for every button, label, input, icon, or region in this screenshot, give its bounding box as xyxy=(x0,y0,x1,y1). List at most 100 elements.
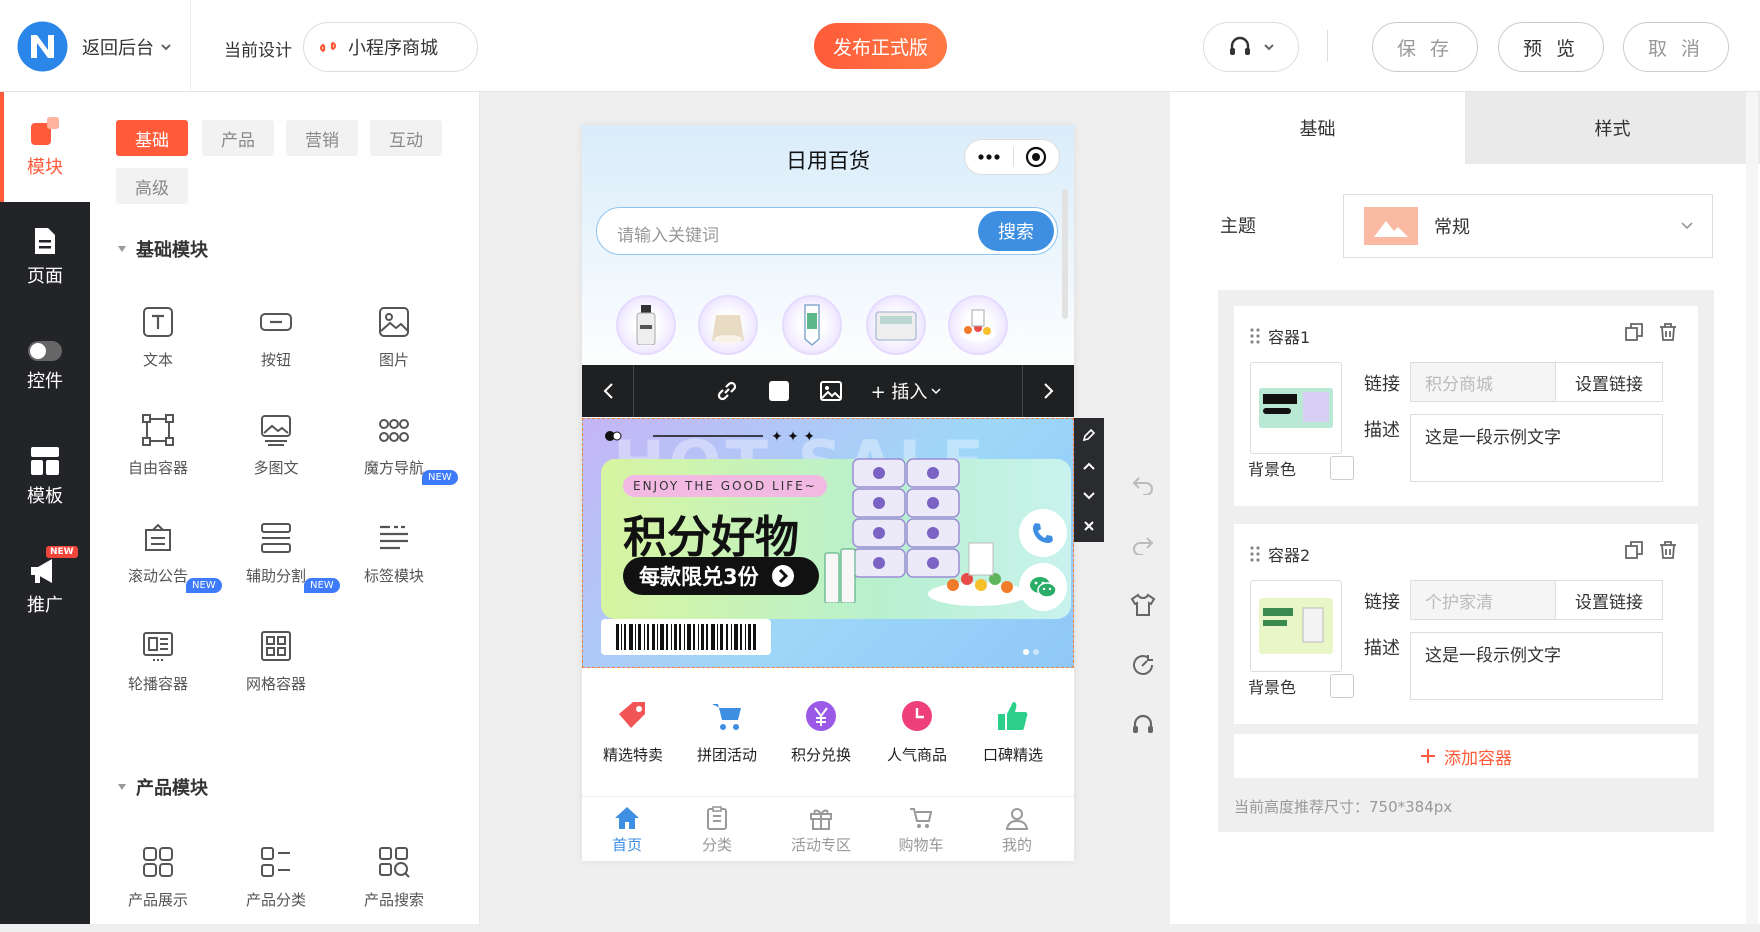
component-image[interactable]: 图片 xyxy=(334,282,454,392)
add-container-button[interactable]: 添加容器 xyxy=(1234,734,1698,778)
nav-item-reputation[interactable]: 口碑精选 xyxy=(968,698,1058,765)
category-rice[interactable] xyxy=(698,295,758,355)
tab-marketing[interactable]: 营销 xyxy=(286,120,358,156)
component-product-category[interactable]: 产品分类 xyxy=(216,822,336,932)
edit-icon[interactable] xyxy=(1082,428,1096,442)
grid-icon xyxy=(261,630,291,661)
category-tissue[interactable] xyxy=(866,295,926,355)
rail-item-control[interactable]: 控件 xyxy=(0,312,90,422)
tab-interaction[interactable]: 互动 xyxy=(370,120,442,156)
tab-basic-settings[interactable]: 基础 xyxy=(1170,92,1465,164)
close-target-icon[interactable] xyxy=(1013,146,1059,168)
redo-button[interactable] xyxy=(1128,530,1158,560)
container-list: 容器1 链接 积分商城 设置链接 描述 这是一段示例文字 背景色 容器2 链接 … xyxy=(1218,290,1714,832)
tab-home[interactable]: 首页 xyxy=(582,805,672,855)
drag-handle-icon[interactable] xyxy=(1250,546,1260,562)
nav-item-flash-sale[interactable]: 精选特卖 xyxy=(588,698,678,765)
search-input[interactable]: 请输入关键词 xyxy=(617,221,719,246)
tab-basic[interactable]: 基础 xyxy=(116,120,188,156)
page-scrollbar[interactable] xyxy=(1746,92,1758,924)
category-bottle[interactable] xyxy=(616,295,676,355)
publish-button[interactable]: 发布正式版 xyxy=(814,23,947,69)
desc-textarea[interactable]: 这是一段示例文字 xyxy=(1410,632,1663,700)
image-icon[interactable] xyxy=(819,379,843,403)
rail-item-page[interactable]: 页面 xyxy=(0,202,90,312)
category-vitamins[interactable] xyxy=(948,295,1008,355)
back-to-admin-dropdown[interactable]: 返回后台 xyxy=(82,34,172,60)
search-bar[interactable]: 请输入关键词 搜索 xyxy=(596,207,1058,255)
container-thumbnail[interactable] xyxy=(1250,580,1342,672)
component-text[interactable]: 文本 xyxy=(98,282,218,392)
tab-cart[interactable]: 购物车 xyxy=(876,805,966,855)
scroll-thumb[interactable] xyxy=(1062,189,1068,319)
tab-product[interactable]: 产品 xyxy=(202,120,274,156)
component-tag-module[interactable]: 标签模块 xyxy=(334,498,454,608)
copy-icon[interactable] xyxy=(1624,540,1644,560)
tab-me[interactable]: 我的 xyxy=(972,805,1062,855)
category-toothpaste[interactable] xyxy=(782,295,842,355)
container-title[interactable]: 容器2 xyxy=(1250,542,1310,566)
rail-item-template[interactable]: 模板 xyxy=(0,422,90,532)
mini-program-capsule[interactable] xyxy=(964,139,1060,175)
desc-textarea[interactable]: 这是一段示例文字 xyxy=(1410,414,1663,482)
copy-icon[interactable] xyxy=(1624,322,1644,342)
component-product-display[interactable]: 产品展示 xyxy=(98,822,218,932)
nav-label: 积分兑换 xyxy=(790,746,851,764)
phone-call-button[interactable] xyxy=(1019,509,1067,557)
tab-advanced[interactable]: 高级 xyxy=(116,168,188,204)
hero-banner[interactable]: HOT SALE ✦ ✦ ✦ ENJOY THE GOOD LIFE~ 积分好物… xyxy=(582,418,1074,668)
color-swatch-icon[interactable] xyxy=(767,379,791,403)
component-multi-image-text[interactable]: 多图文 xyxy=(216,390,336,500)
rail-item-promote[interactable]: NEW 推广 xyxy=(0,532,90,642)
link-input[interactable]: 积分商城 xyxy=(1410,362,1556,402)
more-icon[interactable] xyxy=(965,154,1013,160)
product-section-header[interactable]: 产品模块 xyxy=(118,774,208,800)
nav-item-points[interactable]: 积分兑换 xyxy=(776,698,866,765)
delete-icon[interactable] xyxy=(1658,322,1678,342)
component-free-container[interactable]: 自由容器 xyxy=(98,390,218,500)
wechat-button[interactable] xyxy=(1019,563,1067,611)
design-selector[interactable]: 小程序商城 xyxy=(303,22,478,72)
drag-handle-icon[interactable] xyxy=(1250,328,1260,344)
delete-icon[interactable] xyxy=(1658,540,1678,560)
cancel-button[interactable]: 取 消 xyxy=(1623,22,1729,72)
tab-category[interactable]: 分类 xyxy=(672,805,762,855)
next-button[interactable] xyxy=(1022,365,1074,417)
component-grid[interactable]: 网格容器 xyxy=(216,606,336,716)
basic-section-header[interactable]: 基础模块 xyxy=(118,236,208,262)
container-title[interactable]: 容器1 xyxy=(1250,324,1310,348)
user-icon xyxy=(1005,808,1029,830)
set-link-button[interactable]: 设置链接 xyxy=(1555,580,1663,620)
component-product-search[interactable]: 产品搜索 xyxy=(334,822,454,932)
close-icon[interactable] xyxy=(1083,520,1095,532)
container-thumbnail[interactable] xyxy=(1250,362,1342,454)
prev-button[interactable] xyxy=(582,365,634,417)
theme-select[interactable]: 常规 xyxy=(1343,194,1713,258)
preview-button[interactable]: 预 览 xyxy=(1498,22,1604,72)
theme-button[interactable] xyxy=(1128,590,1158,620)
move-down-icon[interactable] xyxy=(1082,491,1096,501)
banner-cta[interactable]: 每款限兑3份 xyxy=(623,557,819,595)
page-icon xyxy=(35,228,55,254)
save-button[interactable]: 保 存 xyxy=(1372,22,1478,72)
tab-style-settings[interactable]: 样式 xyxy=(1465,92,1760,164)
support-dropdown[interactable] xyxy=(1203,22,1299,72)
undo-button[interactable] xyxy=(1128,470,1158,500)
nav-item-popular[interactable]: 人气商品 xyxy=(872,698,962,765)
move-up-icon[interactable] xyxy=(1082,461,1096,471)
search-button[interactable]: 搜索 xyxy=(978,211,1054,251)
nav-item-group-buy[interactable]: 拼团活动 xyxy=(682,698,772,765)
bg-color-swatch[interactable] xyxy=(1330,456,1354,480)
bg-color-swatch[interactable] xyxy=(1330,674,1354,698)
rail-item-module[interactable]: 模块 xyxy=(0,92,90,202)
link-icon[interactable] xyxy=(715,379,739,403)
set-link-button[interactable]: 设置链接 xyxy=(1555,362,1663,402)
insert-dropdown[interactable]: + 插入 xyxy=(871,378,942,404)
service-button[interactable] xyxy=(1128,710,1158,740)
container-title-text: 容器2 xyxy=(1268,546,1311,565)
link-input[interactable]: 个护家清 xyxy=(1410,580,1556,620)
component-carousel[interactable]: 轮播容器 xyxy=(98,606,218,716)
refresh-button[interactable] xyxy=(1128,650,1158,680)
tab-activity[interactable]: 活动专区 xyxy=(776,805,866,855)
component-button[interactable]: 按钮 xyxy=(216,282,336,392)
